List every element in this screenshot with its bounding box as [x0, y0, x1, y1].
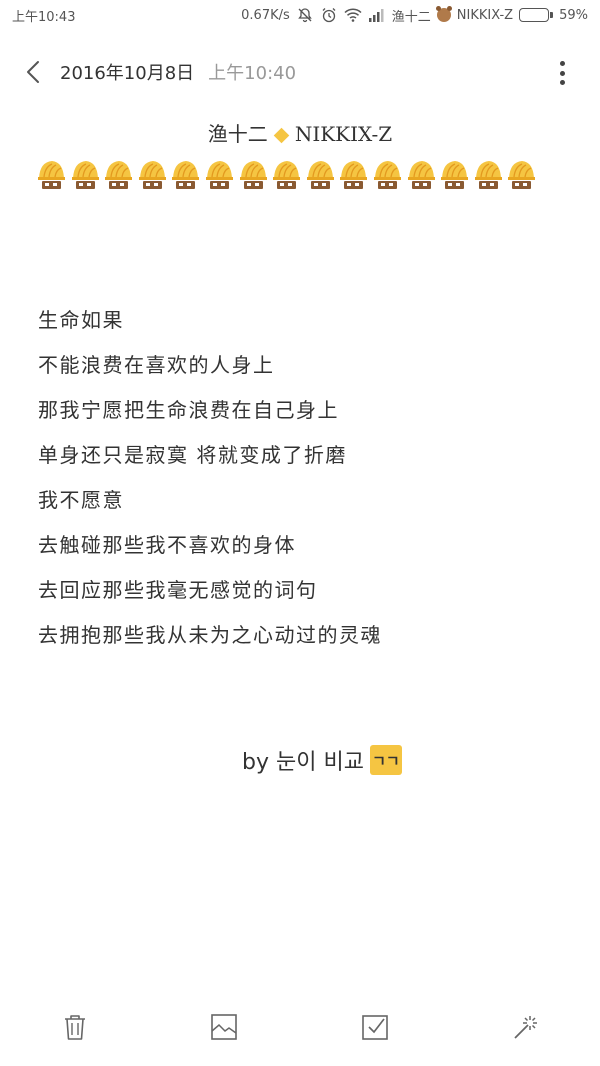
note-header: 2016年10月8日 上午10:40: [0, 50, 600, 94]
signature-badge: ㄱㄱ: [369, 745, 402, 775]
insert-image-button[interactable]: [207, 1010, 241, 1044]
magic-wand-icon: [514, 1016, 537, 1039]
note-line: 生命如果: [38, 308, 124, 332]
note-title-left: 渔十二: [207, 122, 268, 146]
wave-hat-emoji-icon: [36, 158, 66, 190]
more-vert-icon-dot: [559, 70, 565, 76]
note-line: 我不愿意: [38, 488, 124, 512]
battery-percent: 59%: [559, 7, 588, 23]
signature: by 눈이 비교 ㄱㄱ: [242, 744, 402, 776]
wave-hat-emoji-icon: [439, 158, 469, 190]
alarm-icon: [320, 6, 338, 24]
wave-hat-emoji-icon: [103, 158, 133, 190]
magic-button[interactable]: [508, 1010, 542, 1044]
emoji-row: [36, 158, 566, 190]
diamond-icon: [273, 127, 290, 144]
status-left: 上午10:43: [12, 6, 75, 25]
wave-hat-emoji-icon: [338, 158, 368, 190]
checklist-button[interactable]: [358, 1010, 392, 1044]
notification-text: 渔十二: [391, 9, 431, 25]
note-line: 单身还只是寂寞 将就变成了折磨: [38, 443, 347, 467]
wave-hat-emoji-icon: [506, 158, 536, 190]
note-title: 渔十二 NIKKIX-Z: [0, 118, 600, 147]
note-line: 去拥抱那些我从未为之心动过的灵魂: [38, 623, 382, 647]
status-right: 0.67K/s 渔十二 NIKKIX-Z 59%: [241, 6, 588, 25]
wave-hat-emoji-icon: [238, 158, 268, 190]
bear-avatar-icon: [435, 6, 452, 22]
note-time: 上午10:40: [208, 63, 297, 84]
wifi-icon: [344, 6, 362, 24]
battery-icon: [519, 8, 554, 22]
wave-hat-emoji-icon: [137, 158, 167, 190]
note-line: 那我宁愿把生命浪费在自己身上: [38, 398, 339, 422]
wave-hat-emoji-icon: [372, 158, 402, 190]
note-date: 2016年10月8日: [60, 63, 195, 84]
image-icon: [211, 1014, 237, 1040]
status-time: 上午10:43: [12, 9, 76, 25]
note-title-right: NIKKIX-Z: [294, 122, 393, 146]
delete-button[interactable]: [58, 1010, 92, 1044]
note-body[interactable]: 生命如果不能浪费在喜欢的人身上那我宁愿把生命浪费在自己身上 单身还只是寂寞 将就变…: [38, 298, 568, 658]
wave-hat-emoji-icon: [305, 158, 335, 190]
back-arrow-icon: [27, 61, 39, 83]
mute-bell-icon: [296, 6, 314, 24]
wave-hat-emoji-icon: [70, 158, 100, 190]
signal-icon: [368, 6, 386, 24]
more-vert-icon-dot: [559, 80, 565, 85]
wave-hat-emoji-icon: [170, 158, 200, 190]
checkbox-icon: [362, 1015, 388, 1040]
note-line: 去回应那些我毫无感觉的词句: [38, 578, 318, 602]
back-button[interactable]: [20, 57, 46, 87]
signature-text: by 눈이 비교: [242, 750, 364, 775]
wave-hat-emoji-icon: [473, 158, 503, 190]
more-vert-icon-dot: [559, 61, 565, 66]
more-button[interactable]: [554, 58, 570, 88]
trash-icon: [65, 1015, 85, 1040]
network-speed: 0.67K/s: [241, 7, 290, 23]
notification-text-2: NIKKIX-Z: [456, 7, 514, 23]
note-line: 不能浪费在喜欢的人身上: [38, 353, 275, 377]
status-bar: 上午10:43 0.67K/s 渔十二 NIKKIX-Z 59%: [0, 0, 600, 30]
wave-hat-emoji-icon: [406, 158, 436, 190]
note-line: 去触碰那些我不喜欢的身体: [38, 533, 296, 557]
bottom-toolbar: [0, 1006, 600, 1056]
wave-hat-emoji-icon: [271, 158, 301, 190]
wave-hat-emoji-icon: [204, 158, 234, 190]
